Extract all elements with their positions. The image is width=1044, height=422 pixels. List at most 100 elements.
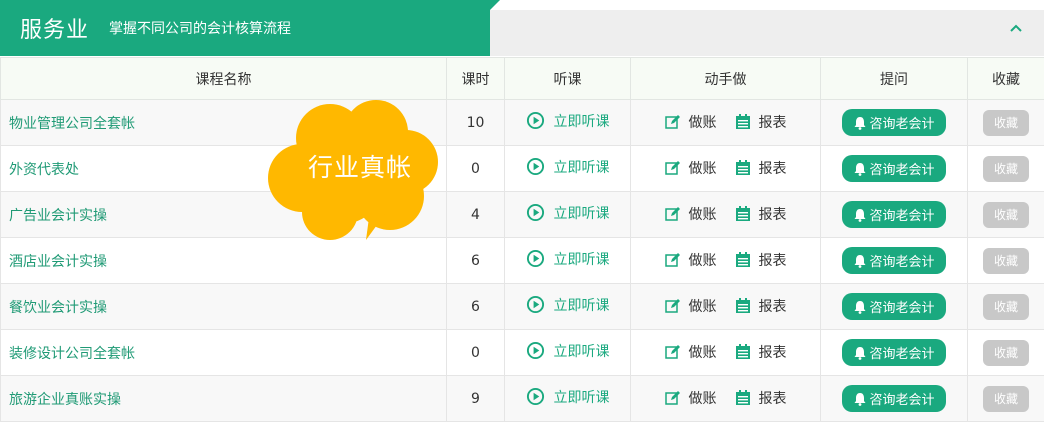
favorite-cell: 收藏 — [968, 192, 1044, 238]
listen-cell: 立即听课 — [505, 330, 631, 376]
bell-icon — [853, 116, 867, 130]
favorite-button[interactable]: 收藏 — [983, 386, 1029, 412]
play-circle-icon — [526, 111, 545, 130]
report-button[interactable]: 报表 — [735, 112, 787, 132]
consult-accountant-button[interactable]: 咨询老会计 — [842, 109, 946, 136]
favorite-cell: 收藏 — [968, 100, 1044, 146]
consult-label: 咨询老会计 — [869, 113, 934, 132]
column-header-favorite: 收藏 — [968, 58, 1044, 100]
listen-now-label: 立即听课 — [554, 203, 610, 223]
report-button[interactable]: 报表 — [735, 342, 787, 362]
consult-accountant-button[interactable]: 咨询老会计 — [842, 293, 946, 320]
do-books-button[interactable]: 做账 — [665, 158, 717, 178]
section-title: 服务业 — [20, 12, 89, 44]
do-books-label: 做账 — [689, 342, 717, 362]
course-table: 课程名称 课时 听课 动手做 提问 收藏 物业管理公司全套帐10立即听课做账报表… — [0, 57, 1044, 422]
callout-text: 行业真帐 — [300, 148, 420, 184]
chevron-up-icon[interactable] — [1006, 18, 1026, 38]
favorite-cell: 收藏 — [968, 330, 1044, 376]
consult-accountant-button[interactable]: 咨询老会计 — [842, 247, 946, 274]
listen-cell: 立即听课 — [505, 146, 631, 192]
course-name-link[interactable]: 物业管理公司全套帐 — [1, 100, 447, 146]
edit-icon — [665, 390, 681, 406]
do-books-button[interactable]: 做账 — [665, 296, 717, 316]
listen-cell: 立即听课 — [505, 238, 631, 284]
report-button[interactable]: 报表 — [735, 296, 787, 316]
favorite-button[interactable]: 收藏 — [983, 202, 1029, 228]
edit-icon — [665, 160, 681, 176]
bell-icon — [853, 300, 867, 314]
practice-cell: 做账报表 — [631, 330, 821, 376]
ask-cell: 咨询老会计 — [821, 192, 968, 238]
do-books-button[interactable]: 做账 — [665, 112, 717, 132]
favorite-button[interactable]: 收藏 — [983, 340, 1029, 366]
consult-accountant-button[interactable]: 咨询老会计 — [842, 155, 946, 182]
course-name-link[interactable]: 装修设计公司全套帐 — [1, 330, 447, 376]
listen-now-button[interactable]: 立即听课 — [526, 341, 610, 361]
consult-label: 咨询老会计 — [869, 343, 934, 362]
listen-now-button[interactable]: 立即听课 — [526, 249, 610, 269]
favorite-button[interactable]: 收藏 — [983, 110, 1029, 136]
report-button[interactable]: 报表 — [735, 158, 787, 178]
course-name-link[interactable]: 旅游企业真账实操 — [1, 376, 447, 422]
consult-accountant-button[interactable]: 咨询老会计 — [842, 201, 946, 228]
do-books-label: 做账 — [689, 204, 717, 224]
course-hours: 6 — [447, 284, 505, 330]
bell-icon — [853, 208, 867, 222]
calendar-icon — [735, 252, 751, 268]
do-books-label: 做账 — [689, 158, 717, 178]
practice-cell: 做账报表 — [631, 238, 821, 284]
course-hours: 0 — [447, 146, 505, 192]
do-books-button[interactable]: 做账 — [665, 342, 717, 362]
course-hours: 9 — [447, 376, 505, 422]
course-name-link[interactable]: 餐饮业会计实操 — [1, 284, 447, 330]
column-header-listen: 听课 — [505, 58, 631, 100]
practice-cell: 做账报表 — [631, 284, 821, 330]
favorite-button[interactable]: 收藏 — [983, 156, 1029, 182]
bell-icon — [853, 162, 867, 176]
calendar-icon — [735, 390, 751, 406]
listen-now-button[interactable]: 立即听课 — [526, 203, 610, 223]
listen-now-label: 立即听课 — [554, 295, 610, 315]
listen-now-button[interactable]: 立即听课 — [526, 295, 610, 315]
table-row: 酒店业会计实操6立即听课做账报表咨询老会计收藏 — [1, 238, 1044, 284]
do-books-label: 做账 — [689, 250, 717, 270]
consult-label: 咨询老会计 — [869, 389, 934, 408]
edit-icon — [665, 114, 681, 130]
edit-icon — [665, 344, 681, 360]
course-hours: 10 — [447, 100, 505, 146]
course-name-link[interactable]: 酒店业会计实操 — [1, 238, 447, 284]
bell-icon — [853, 392, 867, 406]
play-circle-icon — [526, 203, 545, 222]
header-tab: 服务业 掌握不同公司的会计核算流程 — [0, 0, 490, 56]
listen-now-label: 立即听课 — [554, 249, 610, 269]
listen-now-button[interactable]: 立即听课 — [526, 387, 610, 407]
course-hours: 0 — [447, 330, 505, 376]
listen-now-button[interactable]: 立即听课 — [526, 157, 610, 177]
course-hours: 4 — [447, 192, 505, 238]
favorite-button[interactable]: 收藏 — [983, 248, 1029, 274]
consult-accountant-button[interactable]: 咨询老会计 — [842, 339, 946, 366]
report-button[interactable]: 报表 — [735, 204, 787, 224]
consult-accountant-button[interactable]: 咨询老会计 — [842, 385, 946, 412]
favorite-cell: 收藏 — [968, 238, 1044, 284]
listen-now-button[interactable]: 立即听课 — [526, 111, 610, 131]
course-name-link[interactable]: 广告业会计实操 — [1, 192, 447, 238]
calendar-icon — [735, 206, 751, 222]
do-books-button[interactable]: 做账 — [665, 250, 717, 270]
section-header: 服务业 掌握不同公司的会计核算流程 — [0, 0, 1044, 57]
listen-cell: 立即听课 — [505, 376, 631, 422]
consult-label: 咨询老会计 — [869, 205, 934, 224]
table-row: 装修设计公司全套帐0 立即听课 做账报表 咨询老会计 收藏 — [1, 330, 1044, 376]
favorite-button[interactable]: 收藏 — [983, 294, 1029, 320]
favorite-cell: 收藏 — [968, 376, 1044, 422]
bell-icon — [853, 346, 867, 360]
report-button[interactable]: 报表 — [735, 250, 787, 270]
do-books-button[interactable]: 做账 — [665, 204, 717, 224]
calendar-icon — [735, 114, 751, 130]
consult-label: 咨询老会计 — [869, 159, 934, 178]
practice-cell: 做账报表 — [631, 376, 821, 422]
consult-label: 咨询老会计 — [869, 251, 934, 270]
do-books-label: 做账 — [689, 112, 717, 132]
listen-now-label: 立即听课 — [554, 157, 610, 177]
